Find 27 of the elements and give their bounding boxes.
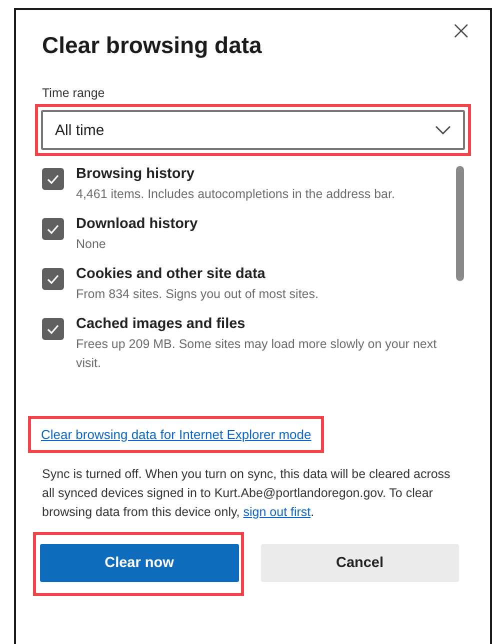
- checkmark-icon: [46, 272, 60, 286]
- time-range-label: Time range: [42, 86, 106, 100]
- sync-notice: Sync is turned off. When you turn on sync, this data will be cleared across all synced devices signed in to Kurt.Abe@portlandoregon.gov. To clear browsing data from this device only, sign out first.: [42, 466, 452, 521]
- close-button[interactable]: ×: [446, 18, 476, 44]
- checkmark-icon: [46, 322, 60, 336]
- checkbox[interactable]: [42, 318, 64, 340]
- checkmark-icon: [46, 172, 60, 186]
- dialog-title: Clear browsing data: [42, 32, 263, 59]
- cancel-button[interactable]: Cancel: [260, 544, 459, 582]
- option-description: From 834 sites. Signs you out of most sites.: [76, 286, 318, 303]
- option-description: None: [76, 236, 107, 253]
- clear-now-button[interactable]: Clear now: [40, 544, 238, 582]
- chevron-down-icon: [435, 125, 451, 135]
- option-label: Download history: [76, 216, 198, 232]
- option-description: Frees up 209 MB. Some sites may load more slowly on your next visit.: [76, 336, 438, 372]
- sign-out-link[interactable]: sign out first: [243, 505, 311, 519]
- checkmark-icon: [46, 222, 60, 236]
- checkbox[interactable]: [42, 218, 64, 240]
- option-label: Browsing history: [76, 166, 196, 182]
- checkbox[interactable]: [42, 268, 64, 290]
- ie-mode-link[interactable]: Clear browsing data for Internet Explorer mode: [33, 421, 320, 448]
- option-label: Cached images and files: [76, 316, 246, 332]
- option-label: Cookies and other site data: [76, 266, 266, 282]
- time-range-dropdown[interactable]: All time: [41, 110, 465, 150]
- scrollbar-thumb[interactable]: [456, 166, 464, 281]
- checkbox[interactable]: [42, 168, 64, 190]
- option-description: 4,461 items. Includes autocompletions in the address bar.: [76, 186, 395, 203]
